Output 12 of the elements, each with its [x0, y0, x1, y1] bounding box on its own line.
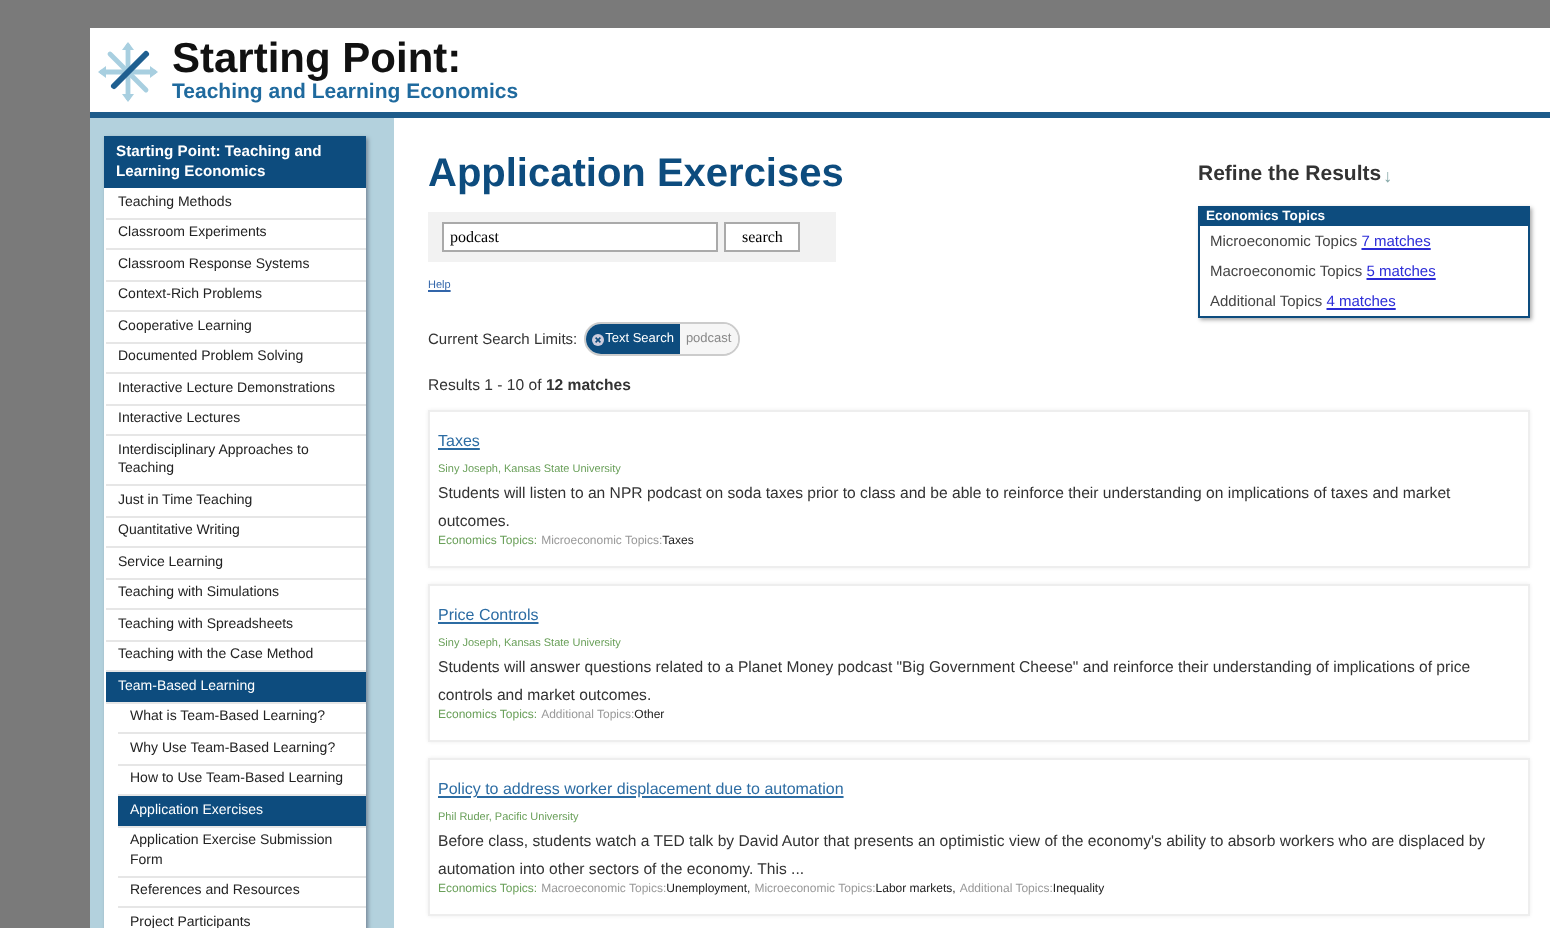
page-title: Application Exercises	[428, 150, 844, 198]
result-title-link[interactable]: Policy to address worker displacement due to automation	[438, 780, 844, 798]
site-title: Starting Point:	[172, 38, 464, 80]
result-title-link[interactable]: Taxes	[438, 432, 480, 450]
search-button[interactable]: search	[724, 222, 801, 252]
site-subtitle: Teaching and Learning Economics	[172, 80, 519, 106]
arrow-icon: ↓	[1383, 166, 1393, 186]
search-field[interactable]: podcast	[442, 222, 718, 252]
remove-icon[interactable]	[591, 333, 604, 345]
snowflake-logo-icon	[96, 40, 160, 104]
result-title-link[interactable]: Price Controls	[438, 606, 539, 624]
refine-title: Refine the Results	[1198, 162, 1382, 186]
